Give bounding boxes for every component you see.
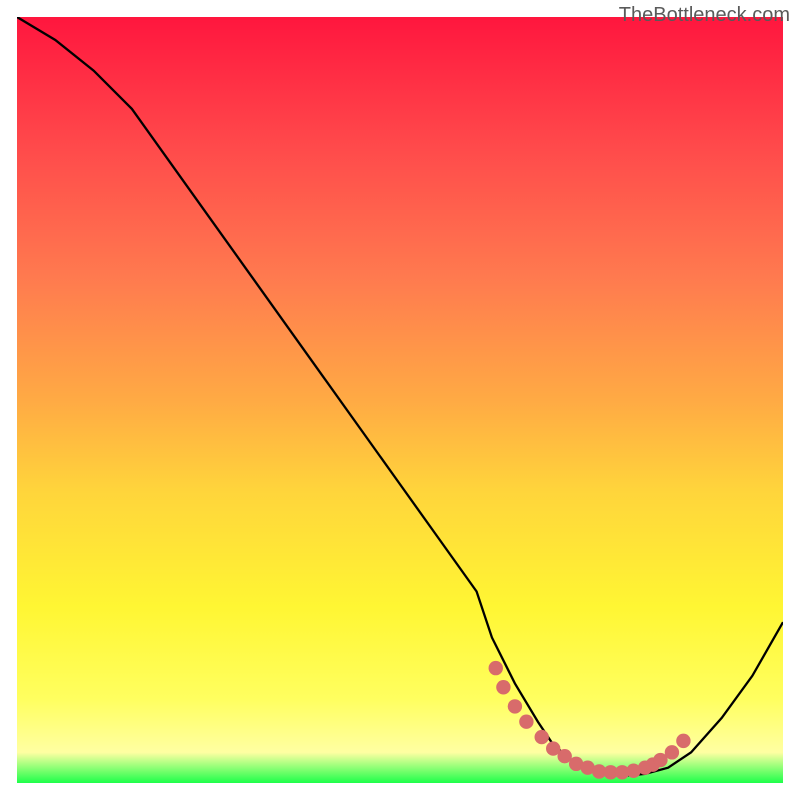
optimal-dot	[665, 745, 679, 759]
optimal-dot	[508, 699, 522, 713]
plot-area	[17, 17, 783, 783]
optimal-dot	[676, 734, 690, 748]
optimal-dot	[489, 661, 503, 675]
optimal-dot	[519, 715, 533, 729]
optimal-dots	[489, 661, 691, 780]
dots-layer	[17, 17, 783, 783]
optimal-dot	[496, 680, 510, 694]
watermark-text: TheBottleneck.com	[619, 4, 790, 27]
optimal-dot	[535, 730, 549, 744]
